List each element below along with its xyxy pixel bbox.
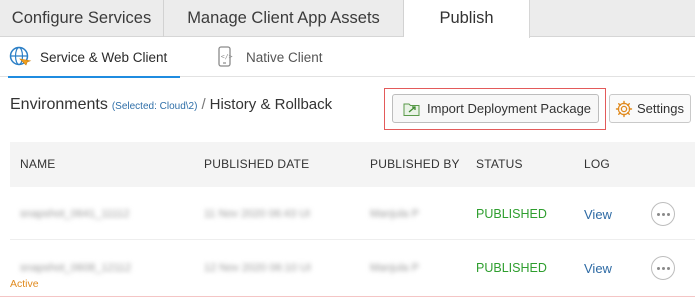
row-published-by: Manjula P xyxy=(370,262,419,274)
subtab-service-web-client[interactable]: Service & Web Client xyxy=(8,37,180,78)
row-view-log-link[interactable]: View xyxy=(584,188,612,240)
selected-environment: (Selected: Cloud\2) xyxy=(111,101,198,112)
column-header-log[interactable]: LOG xyxy=(584,142,610,187)
row-status: PUBLISHED xyxy=(476,207,547,221)
subtab-service-web-client-label: Service & Web Client xyxy=(40,49,168,65)
svg-text:</>: </> xyxy=(221,53,233,61)
import-icon xyxy=(403,101,421,117)
mobile-code-icon: </> xyxy=(214,45,238,69)
row-view-log-link[interactable]: View xyxy=(584,242,612,294)
tab-publish[interactable]: Publish xyxy=(404,0,530,38)
breadcrumb-separator: / xyxy=(201,96,206,113)
table-row: snapshot_0641_11112 11 Nov 2020 06:43 UI… xyxy=(10,188,695,240)
breadcrumb-history-rollback: History & Rollback xyxy=(209,96,333,113)
settings-button[interactable]: Settings xyxy=(609,94,691,123)
import-deployment-package-label: Import Deployment Package xyxy=(427,101,592,116)
sub-tab-bar: Service & Web Client </> Native Client xyxy=(0,37,695,78)
active-badge: Active xyxy=(10,278,39,290)
row-name: snapshot_0608_12112 xyxy=(20,262,132,274)
globe-icon xyxy=(8,45,32,69)
row-published-date: 11 Nov 2020 06:43 UI xyxy=(204,208,311,220)
more-options-icon[interactable] xyxy=(651,202,675,226)
settings-label: Settings xyxy=(637,101,684,116)
subtab-native-client-label: Native Client xyxy=(246,49,323,65)
row-published-by: Manjula P xyxy=(370,208,419,220)
row-name: snapshot_0641_11112 xyxy=(20,208,130,220)
top-tab-bar: Configure Services Manage Client App Ass… xyxy=(0,0,695,38)
column-header-published-date[interactable]: PUBLISHED DATE xyxy=(204,142,309,187)
row-status: PUBLISHED xyxy=(476,261,547,275)
breadcrumb-environments[interactable]: Environments xyxy=(10,96,108,114)
table-header: NAME PUBLISHED DATE PUBLISHED BY STATUS … xyxy=(10,142,695,187)
divider xyxy=(0,296,695,297)
row-published-date: 12 Nov 2020 06:10 UI xyxy=(204,262,312,274)
gear-icon xyxy=(615,100,633,118)
table-row: snapshot_0608_12112 12 Nov 2020 06:10 UI… xyxy=(10,242,695,294)
breadcrumb: Environments (Selected: Cloud\2) / Histo… xyxy=(10,96,332,118)
more-options-icon[interactable] xyxy=(651,256,675,280)
tab-manage-client-app-assets[interactable]: Manage Client App Assets xyxy=(164,0,404,37)
import-deployment-package-button[interactable]: Import Deployment Package xyxy=(392,94,599,123)
column-header-status[interactable]: STATUS xyxy=(476,142,523,187)
column-header-name[interactable]: NAME xyxy=(20,142,55,187)
column-header-published-by[interactable]: PUBLISHED BY xyxy=(370,142,460,187)
subtab-native-client[interactable]: </> Native Client xyxy=(214,37,344,77)
tab-configure-services[interactable]: Configure Services xyxy=(0,0,164,37)
